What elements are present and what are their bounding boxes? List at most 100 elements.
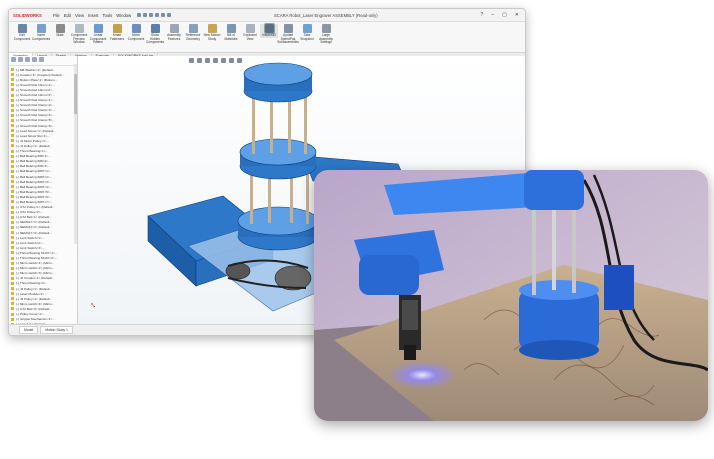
part-icon	[11, 118, 14, 122]
hide-show-icon[interactable]	[237, 58, 242, 63]
tree-item-label: (-) Pulley Cover<1>...	[16, 312, 46, 317]
property-manager-icon[interactable]	[18, 57, 23, 62]
tree-item-label: (-) Ball Bearing 6807<2>...	[16, 174, 53, 179]
open-icon[interactable]	[143, 13, 148, 17]
ribbon-button-3[interactable]: Component Preview Window	[70, 24, 88, 45]
part-icon	[11, 307, 14, 311]
tree-item-label: (-) Ball Bearing 6807<3>...	[16, 179, 53, 184]
part-icon	[11, 88, 14, 92]
ribbon-tool-icon	[302, 24, 312, 33]
ribbon-button-10[interactable]: New Motion Study	[203, 24, 221, 41]
tree-item-label: (-) Ball Bearing 6807<4>...	[16, 184, 53, 189]
part-icon	[11, 200, 14, 204]
robot-photo	[314, 170, 708, 421]
dimxpert-icon[interactable]	[32, 57, 37, 62]
feature-tree-icon[interactable]	[11, 57, 16, 62]
part-icon	[11, 276, 14, 280]
ribbon-button-14[interactable]: Update SpeedPak Subassemblies	[277, 24, 299, 45]
tree-item-label: (-) Gripper Mechanism<1>...	[16, 317, 55, 322]
ribbon-button-5[interactable]: Smart Fasteners	[108, 24, 126, 41]
part-icon	[11, 78, 14, 82]
previous-view-icon[interactable]	[205, 58, 210, 63]
ribbon-button-11[interactable]: Bill of Materials	[222, 24, 240, 41]
menu-view[interactable]: View	[75, 13, 84, 18]
menu-bar: File Edit View Insert Tools Window	[53, 13, 131, 18]
ribbon-button-6[interactable]: Move Component	[127, 24, 145, 41]
save-icon[interactable]	[149, 13, 154, 17]
ribbon-button-13[interactable]: Instant3D	[260, 23, 278, 38]
part-icon	[11, 215, 14, 219]
tree-item-label: (-) Micro switch<4> (Micro...	[16, 301, 55, 306]
tree-item-label: (-) Ball Bearing 608<1>...	[16, 154, 51, 159]
tree-scrollbar[interactable]	[74, 64, 77, 244]
undo-icon[interactable]	[161, 13, 166, 17]
part-icon	[11, 149, 14, 153]
ribbon-button-0[interactable]: Edit Component	[13, 24, 31, 41]
ribbon-tool-icon	[245, 24, 255, 33]
ribbon-button-7[interactable]: Show Hidden Components	[146, 24, 164, 45]
ribbon-button-8[interactable]: Assembly Features	[165, 24, 183, 41]
ribbon-tool-icon	[283, 24, 293, 33]
tree-item-label: (-) Smooth Rod Clamp<4>...	[16, 113, 55, 118]
section-view-icon[interactable]	[213, 58, 218, 63]
menu-tools[interactable]: Tools	[102, 13, 112, 18]
ribbon-button-2[interactable]: Mate	[51, 24, 69, 38]
configuration-icon[interactable]	[25, 57, 30, 62]
part-icon	[11, 180, 14, 184]
ribbon-tool-icon	[93, 24, 103, 33]
part-icon	[11, 175, 14, 179]
new-icon[interactable]	[137, 13, 142, 17]
minimize-icon[interactable]: –	[491, 12, 494, 18]
tree-item-label: (-) M8 Washer<1> (Default...	[16, 67, 56, 72]
feature-tree: (-) M8 Washer<1> (Default... (-) Coupler<…	[9, 66, 77, 328]
ribbon-button-15[interactable]: Take Snapshot	[298, 24, 316, 41]
menu-edit[interactable]: Edit	[64, 13, 71, 18]
ribbon-button-4[interactable]: Linear Component Pattern	[89, 24, 107, 45]
window-controls: ? – ▢ ✕	[481, 12, 526, 18]
tree-item-label: (-) GT2 Pulley<2>...	[16, 210, 44, 215]
ribbon-button-16[interactable]: Large Assembly Settings	[317, 24, 335, 45]
part-icon	[11, 210, 14, 214]
ribbon-button-1[interactable]: Insert Components	[32, 24, 50, 41]
tree-item-label: (-) Thrust Bearing 51107<2>...	[16, 256, 58, 261]
print-icon[interactable]	[155, 13, 160, 17]
tree-item-label: (-) Bottom Plate<1> (Bottom...	[16, 77, 58, 82]
tab-motion-study[interactable]: Motion Study 1	[40, 326, 73, 334]
zoom-fit-icon[interactable]	[189, 58, 194, 63]
ribbon-button-label: Large Assembly Settings	[319, 33, 333, 45]
help-icon[interactable]: ?	[481, 12, 484, 18]
tree-item-label: (-) Ball Bearing 608<3>...	[16, 164, 51, 169]
part-icon	[11, 297, 14, 301]
display-manager-icon[interactable]	[39, 57, 44, 62]
menu-insert[interactable]: Insert	[88, 13, 98, 18]
part-icon	[11, 98, 14, 102]
ribbon-button-label: Component Preview Window	[70, 33, 88, 45]
maximize-icon[interactable]: ▢	[502, 12, 507, 18]
part-icon	[11, 251, 14, 255]
tree-item-label: (-) NEMA17<1> (Default...	[16, 220, 52, 225]
tree-item-label: (-) Micro switch<2> (Micro...	[16, 266, 55, 271]
ribbon-tool-icon	[55, 24, 65, 33]
close-icon[interactable]: ✕	[515, 12, 519, 18]
part-icon	[11, 220, 14, 224]
display-style-icon[interactable]	[229, 58, 234, 63]
ribbon-button-9[interactable]: Reference Geometry	[184, 24, 202, 41]
ribbon-button-12[interactable]: Exploded View	[241, 24, 259, 41]
ribbon-button-label: Insert Components	[31, 33, 51, 41]
quick-access-toolbar	[137, 13, 172, 17]
part-icon	[11, 108, 14, 112]
tab-model[interactable]: Model	[19, 326, 39, 334]
tree-item-label: (-) GT2 Pulley<1> (Default...	[16, 205, 55, 210]
menu-file[interactable]: File	[53, 13, 60, 18]
part-icon	[11, 261, 14, 265]
zoom-area-icon[interactable]	[197, 58, 202, 63]
tree-item-label: (-) Micro switch<1> (Micro...	[16, 261, 55, 266]
ribbon-tool-icon	[112, 24, 122, 33]
tree-item-label: (-) Smooth Rod Clamp<5>...	[16, 118, 55, 123]
view-orientation-icon[interactable]	[221, 58, 226, 63]
ribbon-button-label: Assembly Features	[167, 33, 181, 41]
menu-window[interactable]: Window	[116, 13, 131, 18]
tree-item-label: (-) GT2 Belt<2> (Default...	[16, 306, 52, 311]
tree-item-label: (-) Coupler<1> (Coupler)<Default...	[16, 72, 65, 77]
ribbon-button-label: Move Component	[127, 33, 145, 41]
